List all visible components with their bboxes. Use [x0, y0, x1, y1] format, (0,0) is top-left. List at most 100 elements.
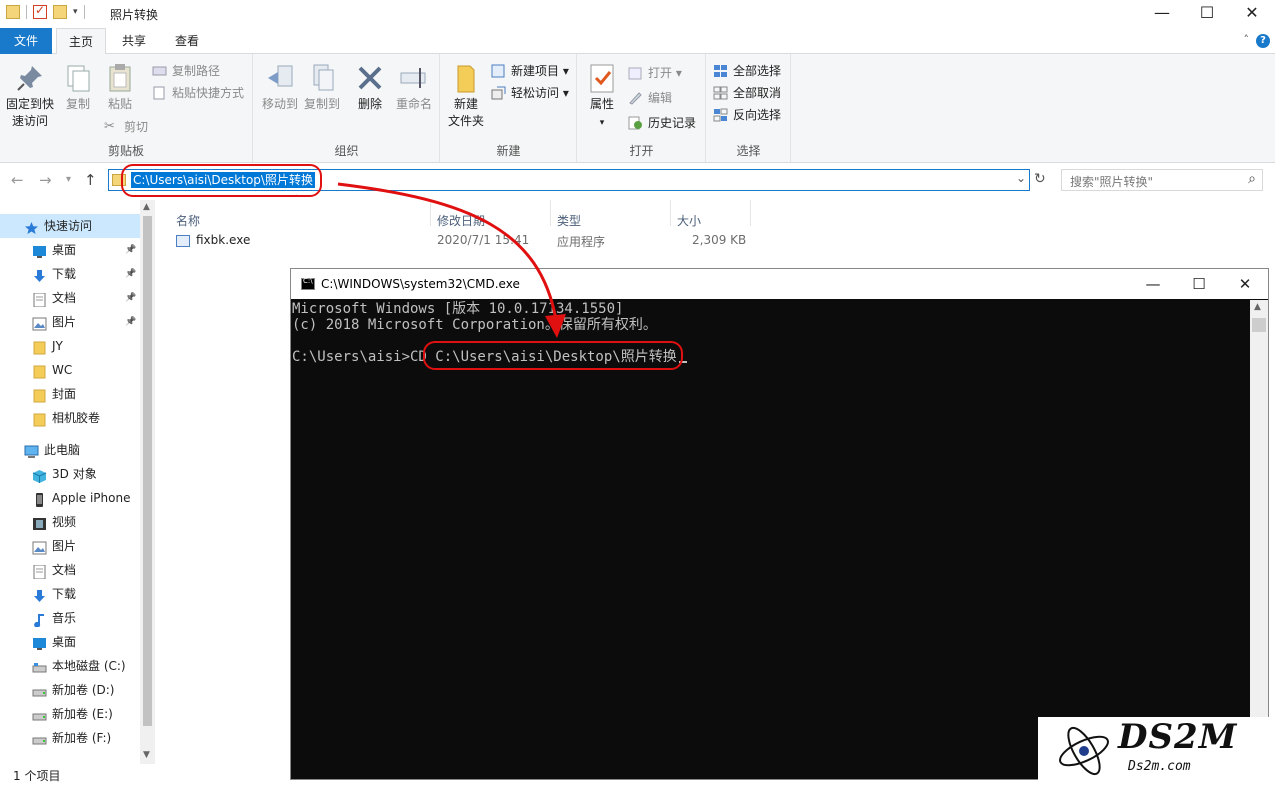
sidebar-item[interactable]: WC	[0, 358, 140, 382]
pin-to-quick-access-button[interactable]: 固定到快 速访问	[4, 62, 56, 130]
customize-qat-chevron-icon[interactable]: ▾	[73, 7, 78, 17]
sidebar-item[interactable]: 新加卷 (D:)	[0, 678, 140, 702]
sidebar-item[interactable]: 桌面 📌	[0, 238, 140, 262]
phone-icon	[32, 491, 47, 507]
maximize-button[interactable]: ☐	[1184, 0, 1230, 28]
sidebar-item[interactable]: 新加卷 (F:)	[0, 726, 140, 750]
sidebar-item[interactable]: 本地磁盘 (C:)	[0, 654, 140, 678]
pin-icon: 📌	[125, 293, 137, 303]
tab-share[interactable]: 共享	[110, 28, 158, 54]
sidebar-item[interactable]: 桌面	[0, 630, 140, 654]
window-title: 照片转换	[110, 8, 159, 22]
column-header-name[interactable]: 名称	[176, 212, 200, 229]
cut-button[interactable]: ✂ 剪切	[104, 117, 148, 137]
delete-button[interactable]: 删除	[352, 62, 388, 113]
invert-selection-button[interactable]: 反向选择	[713, 105, 781, 125]
collapse-ribbon-icon[interactable]: ˄	[1244, 33, 1250, 46]
properties-icon[interactable]	[33, 3, 47, 19]
select-all-button[interactable]: 全部选择	[713, 61, 781, 81]
disk-icon	[32, 659, 47, 673]
open-group: 属性 ▾ 打开 ▾ 编辑 历史记录 打开	[578, 54, 706, 162]
column-header-modified[interactable]: 修改日期	[437, 212, 485, 229]
history-button[interactable]: 历史记录	[628, 113, 696, 133]
console-icon	[301, 277, 315, 290]
sidebar-item-label: 图片	[52, 315, 77, 329]
sidebar-item[interactable]: 快速访问	[0, 214, 140, 238]
console-output[interactable]: Microsoft Windows [版本 10.0.17134.1550] (…	[292, 300, 1250, 779]
search-box[interactable]: 搜索"照片转换" ⌕	[1061, 169, 1263, 191]
move-to-button[interactable]: 移动到	[258, 62, 302, 113]
open-button[interactable]: 打开 ▾	[628, 63, 682, 83]
folder-icon	[32, 411, 47, 427]
rename-button[interactable]: 重命名	[392, 62, 436, 113]
sidebar-item[interactable]: 相机胶卷	[0, 406, 140, 430]
forward-arrow-icon[interactable]: →	[39, 171, 52, 189]
minimize-button[interactable]: —	[1139, 0, 1185, 28]
up-arrow-icon[interactable]: ↑	[84, 171, 97, 189]
sidebar-item[interactable]: 下载 📌	[0, 262, 140, 286]
column-header-type[interactable]: 类型	[557, 212, 581, 229]
paste-button[interactable]: 粘贴	[102, 62, 138, 113]
new-folder-icon[interactable]	[53, 5, 67, 19]
address-history-chevron-icon[interactable]: ⌄	[1016, 171, 1026, 185]
new-folder-button[interactable]: 新建 文件夹	[445, 62, 487, 130]
copy-to-button[interactable]: 复制到	[300, 62, 344, 113]
help-icon[interactable]: ?	[1256, 34, 1270, 48]
paste-icon	[104, 62, 136, 94]
select-none-button[interactable]: 全部取消	[713, 83, 781, 103]
copy-path-button[interactable]: 复制路径	[152, 61, 220, 81]
column-header-size[interactable]: 大小	[677, 212, 701, 229]
scrollbar-thumb[interactable]	[143, 216, 152, 726]
back-arrow-icon[interactable]: ←	[11, 171, 24, 189]
scissors-icon: ✂	[104, 119, 115, 134]
refresh-icon[interactable]: ↻	[1034, 171, 1046, 187]
sidebar-item-label: 桌面	[52, 243, 77, 257]
file-modified: 2020/7/1 15:41	[437, 233, 530, 247]
copy-button[interactable]: 复制	[60, 62, 96, 113]
sidebar-item[interactable]: 图片	[0, 534, 140, 558]
sidebar-item[interactable]: 图片 📌	[0, 310, 140, 334]
clipboard-group: 固定到快 速访问 复制 粘贴 复制路径 粘贴快捷方式 ✂ 剪切 剪贴板	[0, 54, 253, 162]
select-group: 全部选择 全部取消 反向选择 选择	[707, 54, 791, 162]
cmd-scrollbar[interactable]: ▲	[1250, 300, 1268, 779]
cmd-close-button[interactable]: ✕	[1222, 270, 1268, 298]
cmd-minimize-button[interactable]: —	[1130, 270, 1176, 298]
sidebar-item[interactable]: 下载	[0, 582, 140, 606]
sidebar-item[interactable]: 文档 📌	[0, 286, 140, 310]
scroll-up-icon[interactable]: ▲	[1254, 302, 1261, 312]
open-icon	[628, 66, 643, 80]
cmd-title-bar[interactable]: C:\WINDOWS\system32\CMD.exe — ☐ ✕	[291, 269, 1268, 299]
properties-button[interactable]: 属性 ▾	[584, 62, 620, 132]
watermark: DS2M Ds2m.com	[1038, 717, 1275, 786]
recent-locations-chevron-icon[interactable]: ▾	[66, 174, 71, 185]
search-input[interactable]: 搜索"照片转换"	[1070, 173, 1153, 190]
sidebar-item[interactable]: 3D 对象	[0, 462, 140, 486]
pin-icon: 📌	[125, 317, 137, 327]
pin-icon: 📌	[125, 269, 137, 279]
sidebar-item[interactable]: 封面	[0, 382, 140, 406]
sidebar-item[interactable]: 文档	[0, 558, 140, 582]
sidebar-item-label: 文档	[52, 291, 77, 305]
edit-button[interactable]: 编辑	[628, 88, 672, 108]
navigation-pane: 快速访问 桌面 📌 下载 📌 文档 📌 图片 📌 JY WC 封面 相机胶卷 此电脑 3D 对象 Apple …	[0, 200, 155, 764]
organize-group: 移动到 复制到 删除 重命名 组织	[254, 54, 440, 162]
sidebar-item[interactable]: 视频	[0, 510, 140, 534]
sidebar-item[interactable]: 此电脑	[0, 438, 140, 462]
sidebar-item[interactable]: 新加卷 (E:)	[0, 702, 140, 726]
navigation-pane-scrollbar[interactable]: ▲ ▼	[140, 200, 155, 764]
paste-shortcut-button[interactable]: 粘贴快捷方式	[152, 83, 244, 103]
sidebar-item[interactable]: Apple iPhone	[0, 486, 140, 510]
scrollbar-thumb[interactable]	[1252, 318, 1266, 332]
file-name[interactable]: fixbk.exe	[196, 233, 250, 247]
new-item-button[interactable]: 新建项目 ▾	[491, 61, 569, 81]
tab-home[interactable]: 主页	[56, 28, 106, 55]
close-button[interactable]: ✕	[1229, 0, 1275, 28]
sidebar-item[interactable]: 音乐	[0, 606, 140, 630]
scroll-up-icon[interactable]: ▲	[143, 202, 150, 212]
tab-file[interactable]: 文件	[0, 28, 52, 54]
scroll-down-icon[interactable]: ▼	[143, 750, 150, 760]
cmd-maximize-button[interactable]: ☐	[1176, 270, 1222, 298]
sidebar-item[interactable]: JY	[0, 334, 140, 358]
easy-access-button[interactable]: 轻松访问 ▾	[491, 83, 569, 103]
tab-view[interactable]: 查看	[162, 28, 212, 54]
